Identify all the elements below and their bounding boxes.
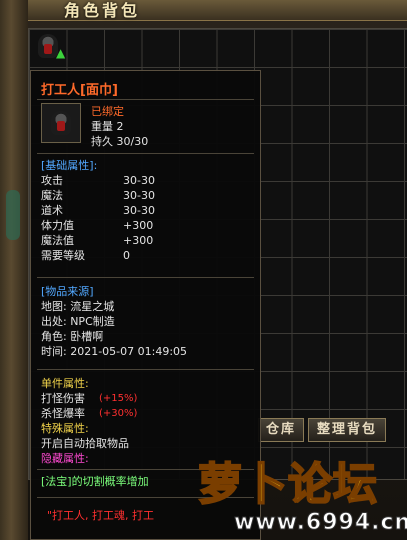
item-durability: 持久 30/30: [91, 135, 149, 148]
item-slogan: "打工人, 打工魂, 打工: [47, 509, 155, 522]
stat-label: 魔法值: [41, 234, 74, 247]
upgrade-arrow-icon: ▲: [56, 46, 66, 60]
single-attributes-header: 单件属性:: [41, 377, 89, 390]
source-origin: 出处: NPC制造: [41, 315, 115, 328]
single-stat-value: (+15%): [99, 393, 138, 404]
single-stat-label: 打怪伤害: [41, 392, 85, 405]
base-attributes-header: [基础属性]:: [41, 159, 98, 172]
source-header: [物品来源]: [41, 285, 94, 298]
source-role: 角色: 卧槽啊: [41, 330, 104, 343]
stat-label: 需要等级: [41, 249, 85, 262]
stat-value: +300: [123, 219, 154, 232]
stat-label: 攻击: [41, 174, 63, 187]
stat-label: 魔法: [41, 189, 63, 202]
source-map: 地图: 流星之城: [41, 300, 115, 313]
source-time: 时间: 2021-05-07 01:49:05: [41, 345, 188, 358]
sort-bag-button[interactable]: 整理背包: [308, 418, 386, 442]
stat-value: 0: [123, 249, 130, 262]
watermark-url: www.6994.cn: [233, 510, 407, 536]
divider: [37, 99, 254, 100]
divider: [37, 153, 254, 154]
single-stat-value: (+30%): [99, 408, 138, 419]
warehouse-button[interactable]: 仓库: [258, 418, 304, 442]
hidden-attributes-header: 隐藏属性:: [41, 452, 89, 465]
bound-status: 已绑定: [91, 105, 124, 118]
divider: [37, 277, 254, 278]
single-stat-label: 杀怪爆率: [41, 407, 85, 420]
stat-value: +300: [123, 234, 154, 247]
stat-value: 30-30: [123, 174, 155, 187]
item-weight: 重量 2: [91, 120, 124, 133]
special-attribute-text: 开启自动拾取物品: [41, 437, 129, 450]
helmet-icon: [51, 111, 71, 135]
inventory-window: 角色背包 ▲ 仓库 整理背包 打工人[面巾] 已绑定 重量 2 持久 30/30…: [0, 0, 407, 540]
watermark-logo: 萝卜论坛 www.6994.cn: [174, 440, 407, 540]
stat-label: 体力值: [41, 219, 74, 232]
stat-value: 30-30: [123, 204, 155, 217]
magic-treasure-line: [法宝]的切割概率增加: [41, 475, 149, 488]
watermark-text: 萝卜论坛: [197, 458, 378, 511]
stat-value: 30-30: [123, 189, 155, 202]
stat-label: 道术: [41, 204, 63, 217]
helmet-icon: [38, 34, 58, 58]
divider: [37, 369, 254, 370]
item-icon-box: [41, 103, 81, 143]
item-name: 打工人[面巾]: [41, 83, 118, 98]
title-bar[interactable]: 角色背包: [28, 0, 407, 21]
window-title: 角色背包: [64, 1, 141, 20]
inventory-slot-helmet[interactable]: ▲: [32, 30, 66, 64]
scene-background: [0, 0, 28, 540]
special-attributes-header: 特殊属性:: [41, 422, 89, 435]
